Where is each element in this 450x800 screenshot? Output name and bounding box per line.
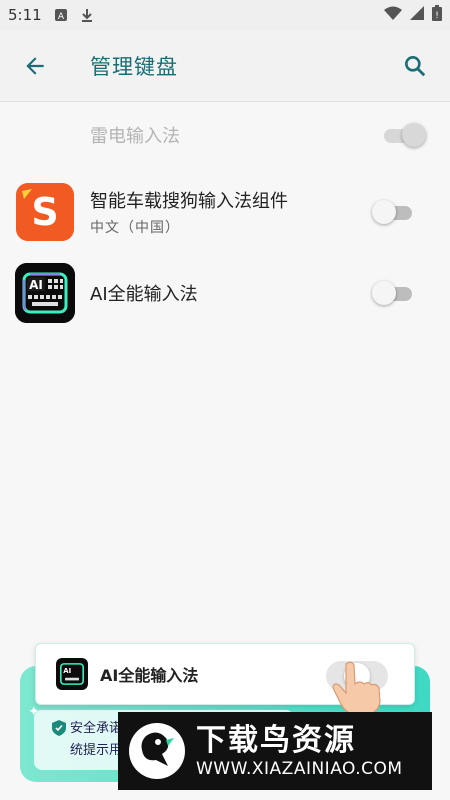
svg-text:S: S bbox=[31, 190, 58, 234]
keyboard-language: 中文（中国） bbox=[90, 220, 180, 236]
keyboard-toggle-sogou[interactable] bbox=[372, 200, 416, 224]
keyboard-toggle-leidian[interactable] bbox=[380, 123, 426, 147]
pointing-hand-icon bbox=[330, 660, 384, 720]
keyboard-name: 雷电输入法 bbox=[90, 126, 180, 147]
sogou-app-icon: S bbox=[16, 183, 74, 241]
app-bar: 管理键盘 bbox=[0, 30, 450, 102]
status-bar: 5:11 A ! bbox=[0, 0, 450, 30]
svg-text:A: A bbox=[58, 12, 65, 22]
keyboard-name: 智能车载搜狗输入法组件 bbox=[90, 191, 288, 212]
shield-icon bbox=[52, 720, 66, 740]
wifi-icon bbox=[384, 6, 402, 24]
svg-text:!: ! bbox=[435, 11, 439, 21]
keyboard-name: AI全能输入法 bbox=[90, 284, 198, 305]
ai-keyboard-mini-icon: AI bbox=[56, 658, 88, 690]
download-icon bbox=[80, 8, 94, 22]
svg-text:AI: AI bbox=[63, 667, 71, 675]
watermark-title: 下载鸟资源 bbox=[196, 723, 356, 758]
keyboard-row-ai[interactable]: AI AI全能输入法 bbox=[0, 262, 450, 324]
search-icon bbox=[405, 55, 426, 76]
arrow-back-icon bbox=[26, 56, 44, 75]
keyboard-row-leidian[interactable]: 雷电输入法 bbox=[0, 110, 450, 160]
card-label: AI全能输入法 bbox=[100, 666, 199, 685]
promo-line-2: 统提示用 bbox=[70, 743, 123, 758]
battery-icon: ! bbox=[432, 5, 442, 25]
promo-text: 安全承诺 统提示用 bbox=[70, 718, 122, 762]
keyboard-toggle-ai[interactable] bbox=[372, 281, 416, 305]
ai-keyboard-app-icon: AI bbox=[15, 263, 75, 323]
app-notification-icon: A bbox=[54, 8, 68, 22]
svg-text:AI: AI bbox=[29, 278, 43, 292]
promo-line-1: 安全承诺 bbox=[70, 721, 123, 736]
keyboard-row-sogou[interactable]: S 智能车载搜狗输入法组件 中文（中国） bbox=[0, 180, 450, 244]
search-button[interactable] bbox=[380, 30, 450, 102]
page-title: 管理键盘 bbox=[90, 54, 178, 79]
cell-signal-icon bbox=[410, 6, 424, 24]
back-button[interactable] bbox=[0, 30, 70, 102]
status-time: 5:11 bbox=[8, 6, 42, 24]
sparkle-icon: ✦ bbox=[28, 704, 40, 720]
watermark-banner: 下载鸟资源 WWW.XIAZAINIAO.COM bbox=[118, 712, 432, 790]
bird-logo-icon bbox=[126, 720, 188, 782]
watermark-url: WWW.XIAZAINIAO.COM bbox=[196, 759, 403, 779]
